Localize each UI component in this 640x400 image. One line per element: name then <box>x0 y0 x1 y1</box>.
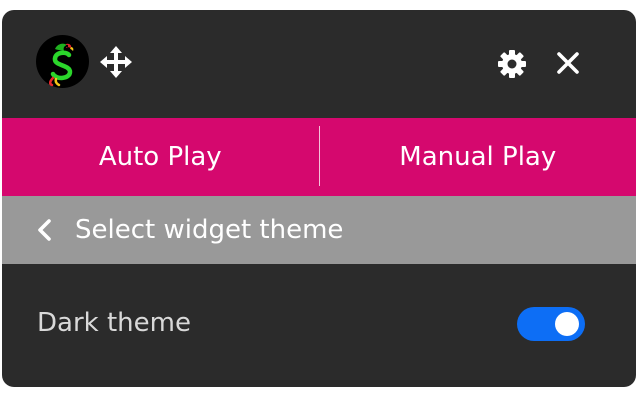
widget-header: S <box>2 10 636 118</box>
tab-manual-play[interactable]: Manual Play <box>320 118 637 196</box>
play-mode-tabs: Auto Play Manual Play <box>2 118 636 196</box>
tab-auto-play[interactable]: Auto Play <box>2 118 319 196</box>
gear-icon[interactable] <box>496 48 528 80</box>
logo: S <box>36 35 89 88</box>
chevron-left-icon <box>38 219 51 241</box>
parrot-s-logo-icon: S <box>48 43 74 87</box>
toggle-knob <box>555 312 579 336</box>
close-icon[interactable] <box>555 50 581 76</box>
subheader-title: Select widget theme <box>75 215 344 245</box>
back-button[interactable] <box>32 215 58 245</box>
dark-theme-toggle[interactable] <box>517 307 585 341</box>
dark-theme-label: Dark theme <box>37 308 191 338</box>
widget-panel: S <box>2 10 636 387</box>
move-icon[interactable] <box>99 45 133 79</box>
